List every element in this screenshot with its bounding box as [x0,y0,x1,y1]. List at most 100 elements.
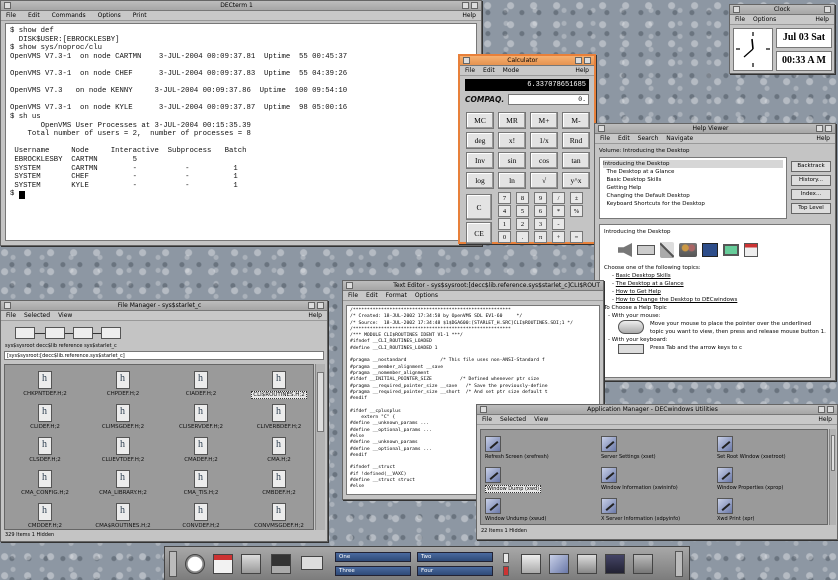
menu-selected[interactable]: Selected [24,312,50,319]
file-item[interactable]: CMADEF.H;2 [165,437,237,470]
menu-commands[interactable]: Commands [52,12,86,19]
menu-options[interactable]: Options [98,12,121,19]
number-key[interactable]: ± [570,192,583,204]
minimize-icon[interactable] [824,6,831,13]
application-item[interactable]: Window Undump (xwud) [485,498,601,524]
number-key[interactable]: 2 [516,218,529,230]
number-key[interactable]: 7 [498,192,511,204]
menu-selected[interactable]: Selected [500,416,526,423]
file-item[interactable]: CLISERVDEF.H;2 [165,404,237,437]
text-editor-titlebar[interactable]: Text Editor - sys$sysroot:[decc$lib.refe… [343,281,603,291]
minimize-icon[interactable] [307,302,315,309]
number-key[interactable]: / [552,192,565,204]
help-link[interactable]: How to Change the Desktop to DECwindows [616,297,738,303]
window-menu-icon[interactable] [4,2,11,9]
menu-help[interactable]: Help [308,312,322,319]
file-item[interactable]: CMA.H;2 [243,437,313,470]
menu-mode[interactable]: Mode [503,67,519,74]
window-menu-icon[interactable] [4,302,11,309]
menu-search[interactable]: Search [638,135,659,142]
application-item[interactable]: X Server Information (xdpyinfo) [601,498,717,524]
file-item[interactable]: CMBDEF.H;2 [243,470,313,503]
number-key[interactable]: 0 [498,231,511,243]
calc-key[interactable]: ln [498,172,526,189]
path-input[interactable]: [sys$sysroot:[decc$lib.reference.sys$sta… [4,351,324,360]
topic-list[interactable]: Introducing the Desktop The Desktop at a… [599,157,787,219]
number-key[interactable]: + [552,231,565,243]
file-item[interactable]: CONVDEF.H;2 [165,503,237,529]
topic-item[interactable]: The Desktop at a Glance [603,168,783,176]
topic-item[interactable]: Getting Help [603,184,783,192]
decterm-titlebar[interactable]: DECterm 1 [1,1,481,11]
folder-icon[interactable] [15,327,35,339]
number-key[interactable]: 6 [534,205,547,217]
workspace-three-button[interactable]: Three [335,566,411,576]
menu-edit[interactable]: Edit [366,292,378,299]
menu-file[interactable]: File [465,67,475,74]
folder-path-icons[interactable] [15,327,121,339]
window-menu-icon[interactable] [480,406,487,413]
menu-view[interactable]: View [58,312,72,319]
menu-file[interactable]: File [600,135,610,142]
application-item[interactable]: Refresh Screen (xrefresh) [485,436,601,467]
calc-key[interactable]: 1/x [530,132,558,149]
trash-icon[interactable] [633,554,653,574]
application-list-scrollbar[interactable] [829,429,836,525]
application-item[interactable]: Window Properties (xprop) [717,467,827,498]
calc-key[interactable]: log [466,172,494,189]
application-manager-titlebar[interactable]: Application Manager - DECwindows Utiliti… [477,405,837,415]
menu-help[interactable]: Help [575,67,589,74]
topic-item[interactable]: Basic Desktop Skills [603,176,783,184]
calc-key[interactable]: MC [466,112,494,129]
topic-item[interactable]: Keyboard Shortcuts for the Desktop [603,200,783,208]
topic-item[interactable]: Introducing the Desktop [603,160,783,168]
style-manager-icon[interactable] [577,554,597,574]
file-item[interactable]: CLI$ROUTINES.H;2 [243,371,313,404]
calendar-icon[interactable] [213,554,233,574]
folder-icon[interactable] [73,327,93,339]
menu-options[interactable]: Options [415,292,438,299]
calc-key[interactable]: y^x [562,172,590,189]
menu-help[interactable]: Help [818,416,832,423]
help-viewer-titlebar[interactable]: Help Viewer [595,124,835,134]
number-key[interactable]: - [552,218,565,230]
window-menu-icon[interactable] [733,6,740,13]
menu-view[interactable]: View [534,416,548,423]
window-menu-icon[interactable] [346,282,353,289]
maximize-icon[interactable] [470,2,478,9]
application-item[interactable]: Window Dump (xwd) [485,467,601,498]
maximize-icon[interactable] [824,125,832,132]
menu-print[interactable]: Print [133,12,147,19]
number-key[interactable]: = [570,231,583,243]
menu-help[interactable]: Help [816,135,830,142]
number-key[interactable]: 3 [534,218,547,230]
clock-icon[interactable] [185,554,205,574]
application-item[interactable]: Set Root Window (xsetroot) [717,436,827,467]
number-key[interactable]: 1 [498,218,511,230]
workspace-four-button[interactable]: Four [417,566,493,576]
calc-key[interactable]: x! [498,132,526,149]
menu-edit[interactable]: Edit [28,12,40,19]
file-item[interactable]: CIADEF.H;2 [165,371,237,404]
number-key[interactable]: 5 [516,205,529,217]
workspace-two-button[interactable]: Two [417,552,493,562]
menu-options[interactable]: Options [753,16,776,23]
calc-key[interactable]: sin [498,152,526,169]
clock-titlebar[interactable]: Clock [730,5,834,15]
clear-entry-button[interactable]: CE [466,222,492,244]
terminal-icon[interactable] [271,554,291,574]
minimize-icon[interactable] [817,406,825,413]
number-key[interactable]: . [516,231,529,243]
calc-key[interactable]: Inv [466,152,494,169]
file-item[interactable]: CMA_LIBRARY.H;2 [87,470,159,503]
menu-edit[interactable]: Edit [618,135,630,142]
folder-icon[interactable] [521,554,541,574]
printer-icon[interactable] [301,556,323,570]
help-content[interactable]: Introducing the Desktop Choose one of th… [599,224,831,378]
minimize-icon[interactable] [461,2,469,9]
file-item[interactable]: CMA_CONFIG.H;2 [9,470,81,503]
help-icon[interactable] [605,554,625,574]
menu-edit[interactable]: Edit [483,67,495,74]
nav-button[interactable]: History... [791,175,831,186]
help-link[interactable]: The Desktop at a Glance [616,281,684,287]
